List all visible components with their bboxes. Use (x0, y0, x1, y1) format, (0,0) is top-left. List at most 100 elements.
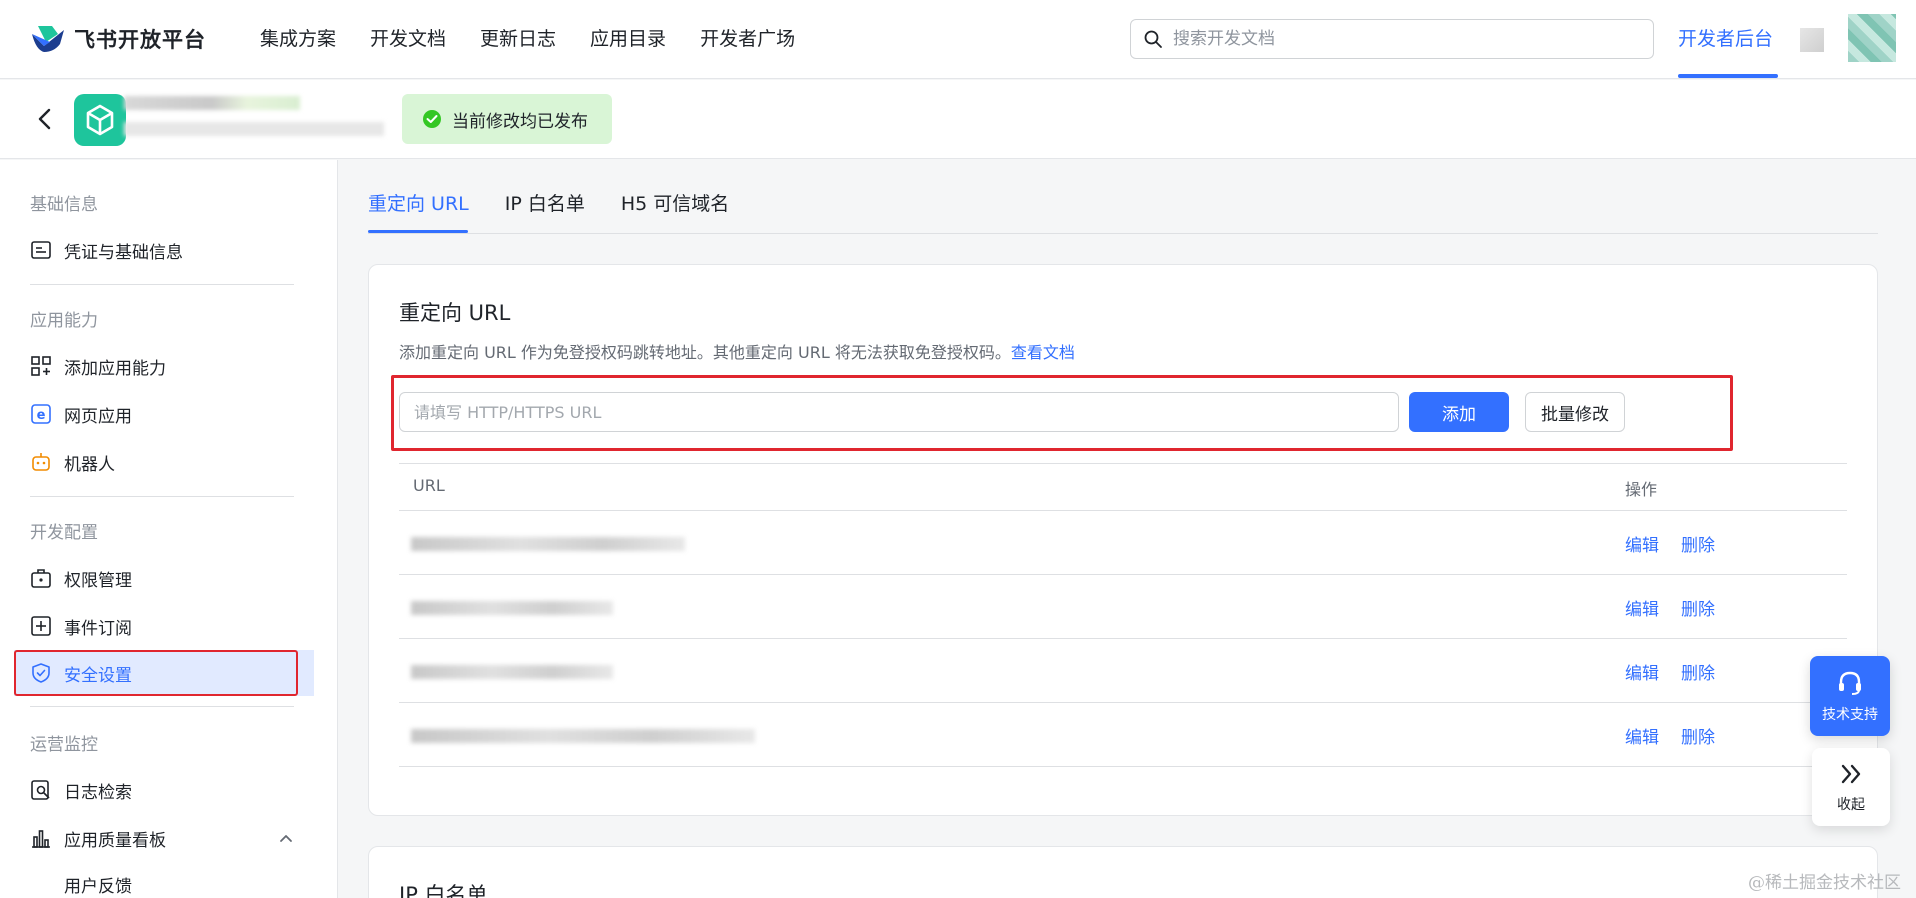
chevron-up-icon[interactable] (276, 828, 296, 848)
sidebar-group-capability: 应用能力 (30, 311, 98, 331)
card-title: 重定向 URL (399, 301, 511, 325)
nav-link-dev-plaza[interactable]: 开发者广场 (700, 24, 795, 54)
sidebar-item-label: 事件订阅 (64, 618, 132, 639)
sidebar: 基础信息 凭证与基础信息 应用能力 添加应用能力 e 网页应用 机器人 开发配置… (0, 160, 338, 898)
tech-support-button[interactable]: 技术支持 (1810, 656, 1890, 736)
tab-ip-whitelist[interactable]: IP 白名单 (505, 186, 585, 222)
sidebar-item-permissions[interactable]: 权限管理 (30, 558, 132, 598)
sidebar-item-label: 应用质量看板 (64, 830, 166, 851)
app-name-redacted (124, 96, 300, 110)
tab-redirect-url[interactable]: 重定向 URL (368, 186, 469, 222)
ip-whitelist-card: IP 白名单 (368, 846, 1878, 898)
redirect-url-input[interactable] (399, 392, 1399, 432)
publish-status-text: 当前修改均已发布 (452, 111, 588, 132)
batch-edit-button[interactable]: 批量修改 (1525, 392, 1625, 432)
id-card-icon (30, 239, 52, 261)
back-arrow-icon[interactable] (30, 102, 60, 136)
sidebar-item-label: 日志检索 (64, 782, 132, 803)
publish-status-badge: 当前修改均已发布 (402, 94, 612, 144)
nav-link-app-directory[interactable]: 应用目录 (590, 24, 666, 54)
feishu-logo-icon (32, 26, 64, 52)
collapse-label: 收起 (1837, 797, 1865, 813)
edit-link[interactable]: 编辑 (1625, 659, 1659, 684)
svg-text:e: e (37, 408, 46, 423)
redirect-url-table: URL 操作 编辑 删除 编辑 删除 编辑 删除 编辑 删除 (399, 463, 1847, 767)
redacted-url (411, 601, 613, 615)
sidebar-item-credentials[interactable]: 凭证与基础信息 (30, 230, 183, 270)
nav-links: 集成方案 开发文档 更新日志 应用目录 开发者广场 (260, 24, 829, 54)
sidebar-item-feedback[interactable]: 用户反馈 (64, 864, 132, 898)
event-subscribe-icon (30, 615, 52, 637)
sidebar-item-quality[interactable]: 应用质量看板 (30, 818, 166, 858)
sidebar-item-label: 凭证与基础信息 (64, 242, 183, 263)
watermark: @稀土掘金技术社区 (1748, 873, 1901, 893)
check-circle-icon (423, 110, 441, 128)
security-highlight-frame (14, 650, 298, 696)
log-search-icon (30, 779, 52, 801)
description-text: 添加重定向 URL 作为免登授权码跳转地址。其他重定向 URL 将无法获取免登授… (399, 343, 1011, 362)
tech-support-label: 技术支持 (1822, 707, 1878, 723)
web-app-icon: e (30, 403, 52, 425)
sidebar-divider (30, 284, 294, 285)
sidebar-item-label: 用户反馈 (64, 876, 132, 897)
search-input[interactable] (1173, 29, 1633, 49)
table-row: 编辑 删除 (399, 703, 1847, 767)
sidebar-divider (30, 706, 294, 707)
nav-link-docs[interactable]: 开发文档 (370, 24, 446, 54)
sidebar-item-logs[interactable]: 日志检索 (30, 770, 132, 810)
sidebar-item-label: 添加应用能力 (64, 358, 166, 379)
briefcase-icon (30, 567, 52, 589)
grid-plus-icon (30, 355, 52, 377)
headset-icon (1839, 671, 1861, 695)
brand[interactable]: 飞书开放平台 (30, 22, 206, 56)
card-description: 添加重定向 URL 作为免登授权码跳转地址。其他重定向 URL 将无法获取免登授… (399, 339, 1075, 363)
tab-h5-domains[interactable]: H5 可信域名 (621, 186, 729, 222)
delete-link[interactable]: 删除 (1681, 531, 1715, 556)
bar-chart-icon (30, 827, 52, 849)
view-docs-link[interactable]: 查看文档 (1011, 343, 1075, 362)
nav-link-solutions[interactable]: 集成方案 (260, 24, 336, 54)
edit-link[interactable]: 编辑 (1625, 723, 1659, 748)
nav-link-changelog[interactable]: 更新日志 (480, 24, 556, 54)
double-chevron-right-icon (1841, 764, 1861, 784)
table-row: 编辑 删除 (399, 575, 1847, 639)
sidebar-item-label: 网页应用 (64, 406, 132, 427)
search-box[interactable] (1130, 19, 1654, 59)
sidebar-group-dev-config: 开发配置 (30, 523, 98, 543)
redacted-url (411, 665, 613, 679)
app-header: 当前修改均已发布 (0, 80, 1916, 159)
delete-link[interactable]: 删除 (1681, 659, 1715, 684)
cube-icon (86, 104, 114, 136)
avatar[interactable] (1848, 14, 1896, 62)
redacted-url (411, 729, 755, 743)
app-icon (74, 94, 126, 146)
table-row: 编辑 删除 (399, 639, 1847, 703)
sidebar-item-add-capability[interactable]: 添加应用能力 (30, 346, 166, 386)
brand-name: 飞书开放平台 (74, 28, 206, 52)
sidebar-group-ops: 运营监控 (30, 735, 98, 755)
add-button[interactable]: 添加 (1409, 392, 1509, 432)
redirect-url-card: 重定向 URL 添加重定向 URL 作为免登授权码跳转地址。其他重定向 URL … (368, 264, 1878, 816)
card-title: IP 白名单 (399, 883, 488, 898)
collapse-button[interactable]: 收起 (1812, 748, 1890, 826)
sidebar-item-bot[interactable]: 机器人 (30, 442, 115, 482)
sidebar-item-events[interactable]: 事件订阅 (30, 606, 132, 646)
edit-link[interactable]: 编辑 (1625, 531, 1659, 556)
edit-link[interactable]: 编辑 (1625, 595, 1659, 620)
delete-link[interactable]: 删除 (1681, 723, 1715, 748)
app-subtitle-redacted (124, 122, 384, 136)
dev-console-link[interactable]: 开发者后台 (1678, 24, 1773, 54)
column-header-url: URL (413, 476, 445, 495)
sidebar-group-basic: 基础信息 (30, 195, 98, 215)
table-header: URL 操作 (399, 463, 1847, 511)
search-icon (1144, 30, 1162, 48)
top-navigation: 飞书开放平台 集成方案 开发文档 更新日志 应用目录 开发者广场 开发者后台 (0, 0, 1916, 79)
app-switcher-icon[interactable] (1800, 28, 1824, 52)
delete-link[interactable]: 删除 (1681, 595, 1715, 620)
column-header-actions: 操作 (1625, 480, 1658, 499)
dev-console-active-indicator (1678, 74, 1778, 78)
sidebar-item-web-app[interactable]: e 网页应用 (30, 394, 132, 434)
sidebar-item-label: 权限管理 (64, 570, 132, 591)
tabs-divider (368, 233, 1878, 234)
security-tabs: 重定向 URL IP 白名单 H5 可信域名 (368, 186, 765, 222)
